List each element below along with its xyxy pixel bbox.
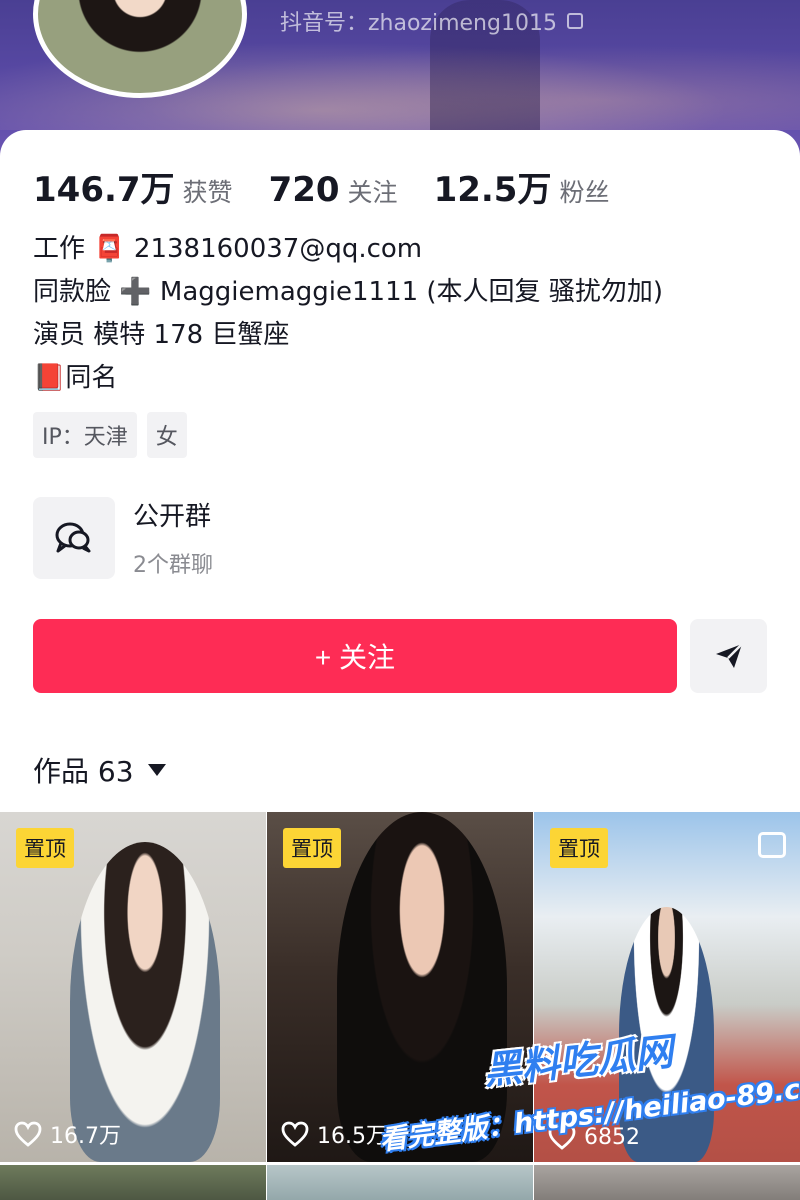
profile-card: 146.7万 获赞 720 关注 12.5万 粉丝 工作 📮 213816003… <box>0 130 800 1200</box>
tag-gender: 女 <box>146 412 187 458</box>
works-grid: 置顶 16.7万 置顶 16.5万 置顶 6852 <box>0 812 800 1200</box>
pinned-badge: 置顶 <box>283 828 341 868</box>
chat-bubbles-icon <box>33 496 115 579</box>
video-tile[interactable] <box>534 1165 800 1200</box>
bio: 工作 📮 2138160037@qq.com 同款脸 ➕ Maggiemaggi… <box>33 228 773 400</box>
multi-image-icon <box>758 832 786 858</box>
share-button[interactable] <box>690 619 767 693</box>
group-title: 公开群 <box>133 502 212 532</box>
video-thumbnail <box>70 842 220 1162</box>
bio-line-work: 工作 📮 2138160037@qq.com <box>33 234 423 264</box>
like-count: 6852 <box>548 1124 640 1150</box>
stat-likes[interactable]: 146.7万 获赞 <box>33 162 233 211</box>
like-count-text: 16.7万 <box>50 1124 121 1149</box>
stat-following-value: 720 <box>268 170 340 210</box>
pinned-badge: 置顶 <box>550 828 608 868</box>
video-tile[interactable]: 置顶 16.5万 <box>267 812 533 1162</box>
stat-following-label: 关注 <box>347 178 398 207</box>
pinned-badge: 置顶 <box>16 828 74 868</box>
video-tile[interactable] <box>0 1165 266 1200</box>
image-tile[interactable]: 置顶 6852 <box>534 812 800 1162</box>
works-label: 作品 63 <box>33 755 134 788</box>
group-subtitle: 2个群聊 <box>133 553 213 578</box>
stat-likes-value: 146.7万 <box>33 170 175 210</box>
follow-button[interactable]: + 关注 <box>33 619 677 693</box>
like-count: 16.5万 <box>281 1118 388 1150</box>
stat-followers-value: 12.5万 <box>433 170 552 210</box>
video-tile[interactable]: 置顶 16.7万 <box>0 812 266 1162</box>
stat-followers[interactable]: 12.5万 粉丝 <box>434 162 610 211</box>
send-icon <box>715 643 743 668</box>
public-group-entry[interactable]: 公开群 2个群聊 <box>33 496 213 579</box>
stats-row: 146.7万 获赞 720 关注 12.5万 粉丝 <box>33 162 645 211</box>
like-count: 16.7万 <box>14 1118 121 1150</box>
bio-line-occupation: 演员 模特 178 巨蟹座 <box>33 320 290 350</box>
works-tab[interactable]: 作品 63 <box>33 750 166 790</box>
video-thumbnail <box>337 812 507 1162</box>
like-count-text: 16.5万 <box>317 1124 388 1149</box>
video-tile[interactable] <box>267 1165 533 1200</box>
copy-icon[interactable] <box>566 13 583 29</box>
heart-icon <box>14 1121 42 1147</box>
douyin-id-text: 抖音号：zhaozimeng1015 <box>280 11 557 36</box>
heart-icon <box>548 1124 576 1150</box>
bio-line-face: 同款脸 ➕ Maggiemaggie1111 (本人回复 骚扰勿加) <box>33 277 663 307</box>
douyin-id[interactable]: 抖音号：zhaozimeng1015 <box>280 5 583 37</box>
profile-tags: IP：天津 女 <box>33 412 187 458</box>
like-count-text: 6852 <box>584 1124 640 1150</box>
stat-followers-label: 粉丝 <box>559 178 610 207</box>
bio-line-same-name: 📕同名 <box>33 363 118 393</box>
heart-icon <box>281 1121 309 1147</box>
caret-down-icon <box>147 764 166 776</box>
stat-likes-label: 获赞 <box>182 178 233 207</box>
stat-following[interactable]: 720 关注 <box>269 170 398 210</box>
tag-ip: IP：天津 <box>33 412 137 458</box>
